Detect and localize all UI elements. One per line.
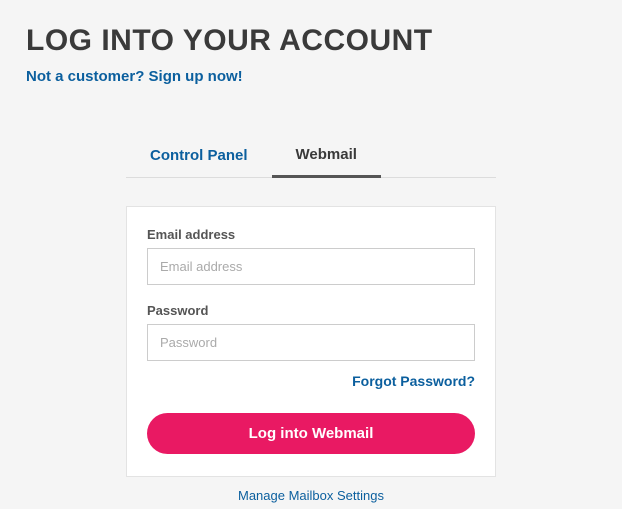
login-card: Email address Password Forgot Password? … — [126, 206, 496, 477]
manage-row: Manage Mailbox Settings — [126, 487, 496, 505]
tabs-container: Control Panel Webmail Email address Pass… — [26, 136, 596, 505]
tabs-bar: Control Panel Webmail — [126, 136, 496, 178]
forgot-password-link[interactable]: Forgot Password? — [352, 373, 475, 389]
forgot-row: Forgot Password? — [147, 373, 475, 391]
manage-mailbox-link[interactable]: Manage Mailbox Settings — [238, 488, 384, 503]
email-field[interactable] — [147, 248, 475, 285]
password-field[interactable] — [147, 324, 475, 361]
email-label: Email address — [147, 227, 475, 242]
signup-link[interactable]: Not a customer? Sign up now! — [26, 68, 243, 85]
login-button[interactable]: Log into Webmail — [147, 413, 475, 454]
tab-control-panel[interactable]: Control Panel — [126, 136, 272, 177]
page-title: LOG INTO YOUR ACCOUNT — [26, 24, 596, 58]
tab-webmail[interactable]: Webmail — [272, 136, 381, 178]
password-label: Password — [147, 303, 475, 318]
